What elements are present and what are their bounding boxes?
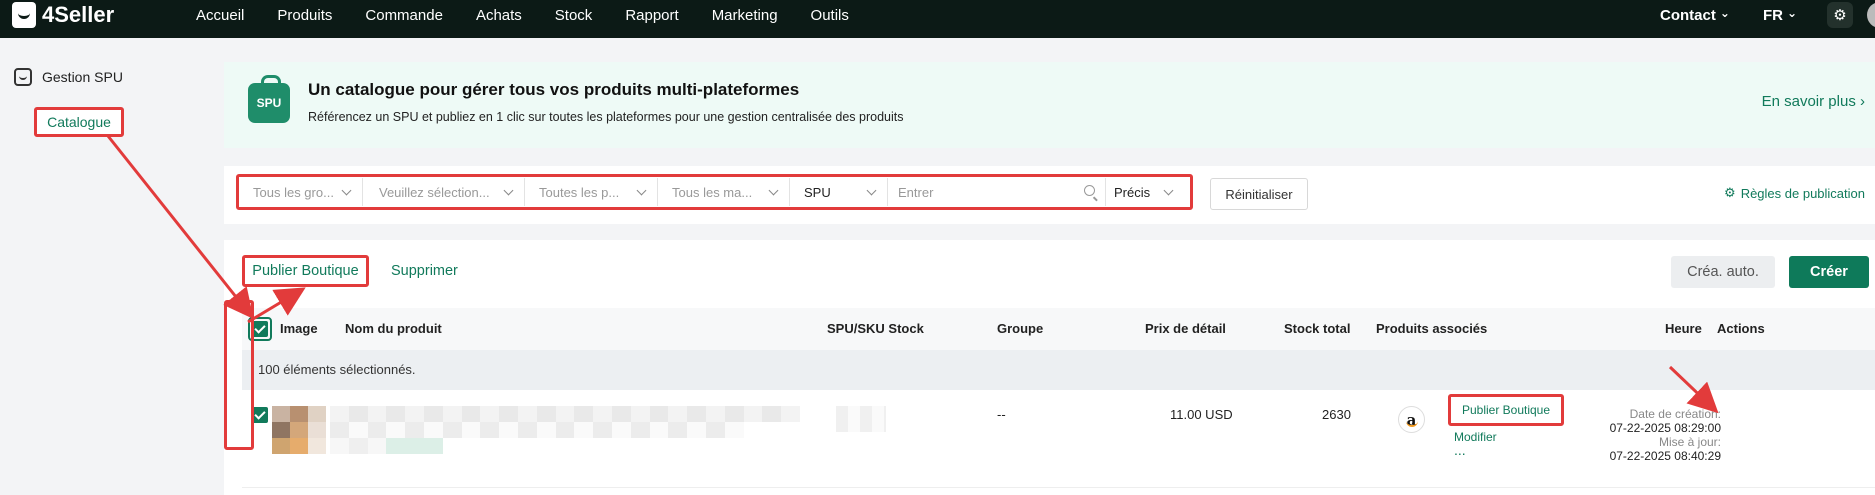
nav-item-achats[interactable]: Achats	[476, 7, 522, 24]
product-thumbnail[interactable]	[272, 406, 326, 454]
header-stock: Stock total	[1284, 321, 1351, 336]
sidebar: Gestion SPU Catalogue	[0, 38, 208, 495]
delete-button[interactable]: Supprimer	[391, 263, 458, 279]
header-spu-sku: SPU/SKU Stock	[827, 321, 924, 336]
spu-sku-blurred	[836, 406, 886, 432]
header-time: Heure	[1665, 321, 1702, 336]
amazon-icon[interactable]: a	[1398, 406, 1425, 433]
auto-create-button[interactable]: Créa. auto.	[1671, 256, 1775, 288]
publication-rules-label: Règles de publication	[1740, 185, 1865, 201]
nav-item-accueil[interactable]: Accueil	[196, 7, 244, 24]
sidebar-section-spu[interactable]: Gestion SPU	[14, 68, 123, 86]
created-value: 07-22-2025 08:29:00	[1609, 421, 1721, 435]
search-placeholder: Entrer	[898, 184, 934, 200]
nav-item-outils[interactable]: Outils	[811, 7, 849, 24]
header-image: Image	[280, 321, 318, 336]
chevron-right-icon: ›	[1860, 93, 1865, 110]
nav-item-produits[interactable]: Produits	[277, 7, 332, 24]
top-navigation-bar: 4Seller Accueil Produits Commande Achats…	[0, 0, 1875, 38]
settings-gear-icon[interactable]: ⚙	[1827, 2, 1853, 28]
publication-rules-link[interactable]: ⚙ Règles de publication	[1724, 185, 1865, 201]
platform-select[interactable]: Toutes les p...	[525, 178, 658, 206]
select-all-checkbox[interactable]	[252, 321, 268, 337]
product-table-panel: Publier Boutique Supprimer Créa. auto. C…	[224, 240, 1875, 495]
nav-item-rapport[interactable]: Rapport	[625, 7, 678, 24]
row-publish-shop-link[interactable]: Publier Boutique	[1448, 394, 1564, 426]
logo-text: 4Seller	[42, 2, 115, 27]
reset-button[interactable]: Réinitialiser	[1210, 178, 1308, 210]
filter-bar: Tous les gro... Veuillez sélection... To…	[224, 166, 1875, 224]
sidebar-section-label: Gestion SPU	[42, 69, 123, 85]
brand-select[interactable]: Tous les ma...	[658, 178, 790, 206]
row-more-actions[interactable]: ...	[1454, 442, 1466, 458]
price-value: 11.00 USD	[1170, 407, 1233, 422]
contact-dropdown[interactable]: Contact	[1660, 7, 1730, 24]
updated-label: Mise à jour:	[1658, 435, 1721, 449]
product-name-blurred[interactable]	[330, 406, 800, 454]
timestamps: Date de création: 07-22-2025 08:29:00 Mi…	[1610, 407, 1721, 463]
nav-item-marketing[interactable]: Marketing	[712, 7, 778, 24]
learn-more-label: En savoir plus	[1761, 93, 1856, 110]
create-button[interactable]: Créer	[1789, 256, 1869, 288]
table-row[interactable]: -- 11.00 USD 2630 a Date de création: 07…	[242, 390, 1875, 488]
search-type-select[interactable]: SPU	[790, 178, 888, 206]
nav-item-commande[interactable]: Commande	[365, 7, 443, 24]
sidebar-item-catalogue[interactable]: Catalogue	[34, 107, 124, 137]
spu-bag-icon: SPU	[248, 75, 290, 123]
search-icon[interactable]	[1084, 185, 1095, 196]
filter-group: Tous les gro... Veuillez sélection... To…	[236, 174, 1193, 210]
gear-icon: ⚙	[1724, 185, 1736, 200]
header-linked-products: Produits associés	[1376, 321, 1488, 336]
header-actions: Actions	[1717, 321, 1765, 336]
stock-value: 2630	[1322, 407, 1351, 422]
language-dropdown[interactable]: FR	[1763, 7, 1797, 24]
app-logo[interactable]: 4Seller	[12, 0, 114, 30]
main-nav: Accueil Produits Commande Achats Stock R…	[196, 0, 882, 30]
match-mode-select[interactable]: Précis	[1106, 178, 1184, 206]
group-value: --	[997, 407, 1006, 422]
header-price: Prix de détail	[1145, 321, 1226, 336]
user-avatar[interactable]	[1867, 2, 1875, 28]
info-banner: SPU Un catalogue pour gérer tous vos pro…	[224, 62, 1875, 148]
logo-bag-icon	[12, 2, 36, 28]
updated-value: 07-22-2025 08:40:29	[1609, 449, 1721, 463]
group-select[interactable]: Tous les gro...	[239, 178, 363, 206]
learn-more-link[interactable]: En savoir plus ›	[1762, 93, 1865, 110]
category-select[interactable]: Veuillez sélection...	[365, 178, 525, 206]
row-checkbox[interactable]	[252, 407, 268, 423]
search-input[interactable]: Entrer	[888, 178, 1106, 206]
header-name: Nom du produit	[345, 321, 442, 336]
selection-banner: 100 éléments sélectionnés.	[242, 350, 1875, 390]
header-group: Groupe	[997, 321, 1044, 336]
table-header: Image Nom du produit SPU/SKU Stock Group…	[242, 308, 1875, 350]
selection-count-text: 100 éléments sélectionnés.	[258, 362, 416, 377]
spu-bag-icon	[14, 68, 32, 86]
created-label: Date de création:	[1629, 407, 1721, 421]
nav-item-stock[interactable]: Stock	[555, 7, 593, 24]
banner-title: Un catalogue pour gérer tous vos produit…	[308, 80, 800, 99]
banner-subtitle: Référencez un SPU et publiez en 1 clic s…	[308, 110, 904, 124]
publish-shop-button[interactable]: Publier Boutique	[242, 255, 369, 287]
